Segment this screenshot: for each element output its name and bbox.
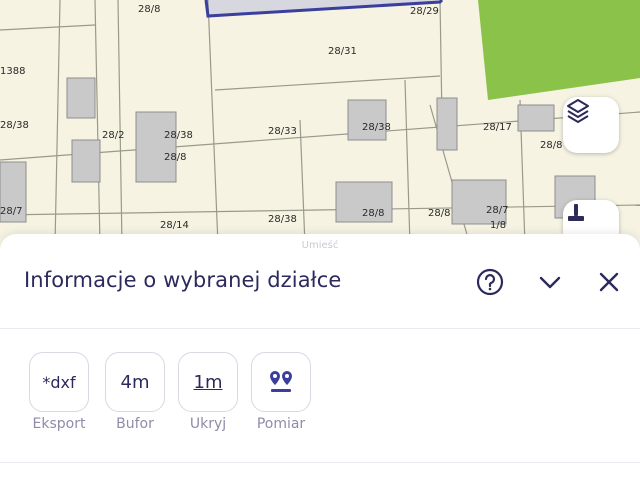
chevron-down-icon (539, 276, 561, 289)
parcel-label: 28/8 (428, 208, 451, 219)
hide-button[interactable]: 1m (178, 352, 238, 412)
close-button[interactable] (593, 266, 625, 298)
export-icon-text: *dxf (42, 372, 76, 392)
parcel-label: 28/31 (328, 46, 357, 57)
parcel-label: 1388 (0, 66, 26, 77)
cadastral-map (0, 0, 640, 245)
ruler-icon (568, 204, 584, 221)
parcel-label: 28/14 (160, 220, 189, 231)
parcel-label: 28/38 (0, 120, 29, 131)
parcel-label: 28/7 (486, 205, 509, 216)
export-label: Eksport (32, 416, 86, 432)
hide-tool[interactable]: 1m Ukryj (178, 352, 238, 432)
parcel-label: 28/38 (362, 122, 391, 133)
hide-label: Ukryj (189, 416, 227, 432)
measure-tool[interactable]: Pomiar (251, 352, 311, 432)
parcel-label: 1/8 (490, 220, 507, 231)
map-view[interactable]: 1388 28/31 28/38 28/2 28/33 28/17 28/38 … (0, 0, 640, 245)
parcel-label: 28/29 (410, 6, 439, 17)
parcel-label: 28/8 (540, 140, 563, 151)
parcel-label: 28/8 (362, 208, 385, 219)
header-divider (0, 328, 640, 329)
close-icon (599, 272, 619, 292)
buffer-label: Bufor (116, 416, 154, 432)
parcel-label: 28/33 (268, 126, 297, 137)
measure-tool-button[interactable] (251, 352, 311, 412)
tools-divider (0, 462, 640, 463)
parcel-label: 28/2 (102, 130, 125, 141)
buffer-tool[interactable]: 4m Bufor (105, 352, 165, 432)
parcel-label: 28/8 (138, 4, 161, 15)
parcel-label: 28/7 (0, 206, 23, 217)
layers-button[interactable] (563, 97, 619, 153)
buffer-button[interactable]: 4m (105, 352, 165, 412)
export-tool[interactable]: *dxf Eksport (29, 352, 89, 432)
layers-icon (567, 99, 589, 123)
parcel-label: 28/38 (164, 130, 193, 141)
help-circle-icon (476, 268, 504, 296)
parcel-label: 28/17 (483, 122, 512, 133)
hide-icon-text: 1m (193, 371, 223, 393)
sheet-handle[interactable]: Umieść (0, 240, 640, 251)
parcel-label: 28/8 (164, 152, 187, 163)
pins-icon (270, 371, 292, 392)
collapse-button[interactable] (534, 266, 566, 298)
help-button[interactable] (474, 266, 506, 298)
export-button[interactable]: *dxf (29, 352, 89, 412)
measure-label: Pomiar (256, 416, 306, 432)
buffer-icon-text: 4m (120, 371, 150, 393)
sheet-title: Informacje o wybranej działce (24, 268, 342, 292)
parcel-label: 28/38 (268, 214, 297, 225)
